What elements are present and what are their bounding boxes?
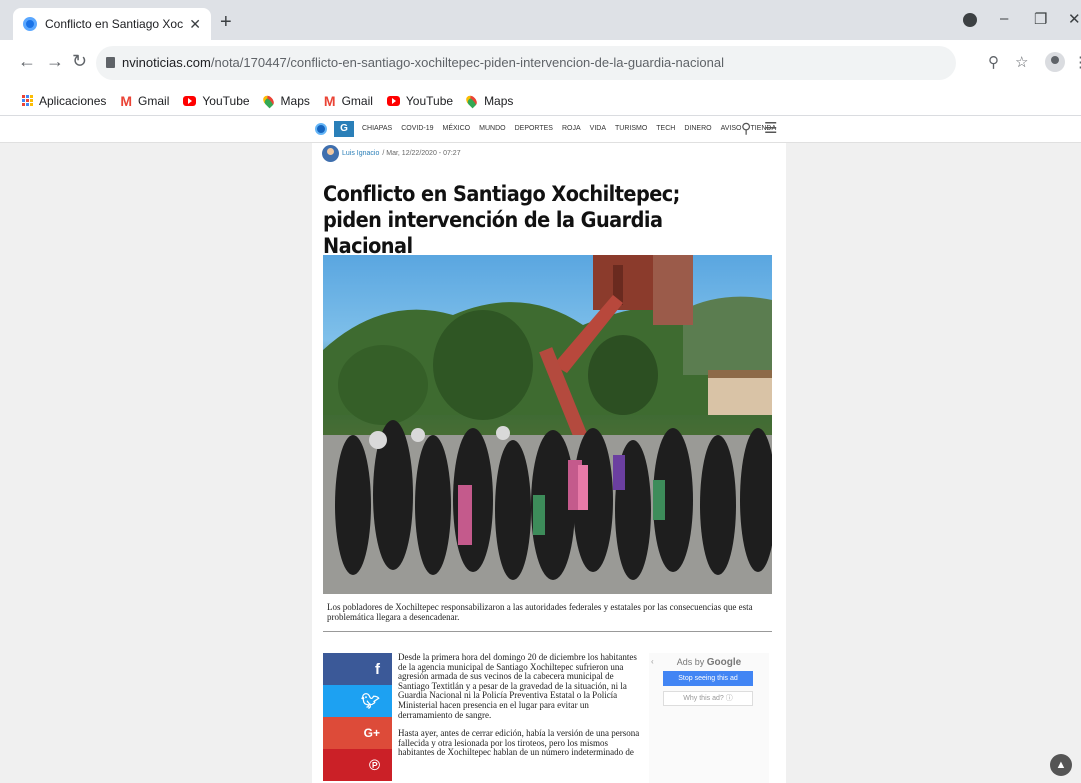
bookmark-label: Aplicaciones (39, 93, 107, 108)
address-bar[interactable]: nvinoticias.com/nota/170447/conflicto-en… (96, 46, 956, 80)
nav-item-chiapas[interactable]: CHIAPAS (362, 125, 392, 132)
photo-illustration (323, 255, 772, 594)
nav-item-mexico[interactable]: MÉXICO (443, 125, 471, 132)
byline: Luis Ignacio / Mar, 12/22/2020 - 07:27 (322, 145, 461, 162)
nav-item-mundo[interactable]: MUNDO (479, 125, 505, 132)
youtube-icon (183, 95, 197, 106)
author-avatar[interactable] (322, 145, 339, 162)
chevron-up-icon: ▲ (1055, 759, 1067, 771)
caption-divider (323, 631, 772, 632)
nav-item-covid[interactable]: COVID-19 (401, 125, 433, 132)
article-date: Mar, 12/22/2020 - 07:27 (386, 150, 461, 157)
bookmark-label: Maps (484, 93, 514, 108)
bookmark-label: Gmail (138, 93, 170, 108)
bookmark-label: YouTube (405, 93, 454, 108)
twitter-share-button[interactable]: 🐦︎ (323, 685, 392, 717)
new-tab-button[interactable]: + (220, 12, 232, 32)
browser-tab[interactable]: Conflicto en Santiago Xochiltepec ✕ (13, 8, 211, 40)
ad-slot: ‹ Ads by Google Stop seeing this ad Why … (649, 653, 769, 783)
menu-kebab-icon[interactable]: ⋮ (1073, 53, 1081, 71)
bookmarks-bar: Aplicaciones M Gmail YouTube Maps M Gmai… (0, 86, 1081, 116)
facebook-share-button[interactable]: f (323, 653, 392, 685)
tab-title: Conflicto en Santiago Xochiltepec (45, 17, 184, 31)
article: Luis Ignacio / Mar, 12/22/2020 - 07:27 C… (312, 143, 786, 783)
account-avatar-icon[interactable] (1045, 52, 1065, 72)
site-navbar: G CHIAPAS COVID-19 MÉXICO MUNDO DEPORTES… (0, 117, 1081, 143)
share-buttons: f 🐦︎ G+ ℗ (323, 653, 392, 781)
bookmark-label: Maps (280, 93, 310, 108)
profile-indicator-icon[interactable] (963, 13, 977, 27)
nav-item-roja[interactable]: ROJA (562, 125, 581, 132)
site-logo-icon[interactable] (315, 123, 327, 135)
why-this-ad-button[interactable]: Why this ad? ⓘ (663, 691, 753, 706)
page-viewport: G CHIAPAS COVID-19 MÉXICO MUNDO DEPORTES… (0, 117, 1081, 783)
url-path: /nota/170447/conflicto-en-santiago-xochi… (210, 55, 724, 70)
zoom-icon[interactable]: ⚲ (988, 53, 999, 71)
article-body: Desde la primera hora del domingo 20 de … (398, 652, 644, 767)
facebook-icon: f (375, 660, 380, 678)
article-paragraph: Hasta ayer, antes de cerrar edición, hab… (398, 728, 640, 758)
tab-strip: Conflicto en Santiago Xochiltepec ✕ + – … (0, 0, 1081, 40)
youtube-icon (386, 95, 400, 106)
photo-caption: Los pobladores de Xochiltepec responsabi… (327, 602, 753, 622)
nav-item-tech[interactable]: TECH (656, 125, 675, 132)
bookmark-maps[interactable]: Maps (260, 93, 310, 108)
minimize-button[interactable]: – (1000, 10, 1008, 27)
site-brand-logo[interactable]: G (334, 121, 354, 137)
site-nav-menu: CHIAPAS COVID-19 MÉXICO MUNDO DEPORTES R… (362, 125, 785, 132)
article-photo (323, 255, 772, 594)
bookmark-maps[interactable]: Maps (464, 93, 514, 108)
site-favicon-icon (23, 17, 37, 31)
bookmark-youtube[interactable]: YouTube (183, 93, 250, 108)
bookmark-label: YouTube (202, 93, 250, 108)
url-text[interactable]: nvinoticias.com/nota/170447/conflicto-en… (122, 55, 724, 70)
search-icon[interactable]: ⚲ (741, 120, 751, 137)
browser-toolbar: ← → ↻ nvinoticias.com/nota/170447/confli… (0, 40, 1081, 86)
restore-button[interactable]: ❐ (1034, 10, 1047, 28)
bookmark-star-icon[interactable]: ☆ (1015, 53, 1028, 71)
twitter-icon: 🐦︎ (360, 693, 380, 710)
lock-icon (106, 57, 115, 68)
stop-seeing-ad-button[interactable]: Stop seeing this ad (663, 671, 753, 686)
bookmark-label: Gmail (341, 93, 373, 108)
nav-item-aviso[interactable]: AVISO (721, 125, 742, 132)
author-name[interactable]: Luis Ignacio (342, 150, 379, 157)
gmail-icon: M (120, 92, 133, 109)
bookmark-youtube[interactable]: YouTube (386, 93, 454, 108)
forward-icon[interactable]: → (46, 52, 64, 70)
close-tab-icon[interactable]: ✕ (189, 16, 201, 33)
ads-by-google-label: Ads by Google (676, 657, 742, 668)
hamburger-menu-icon[interactable]: ☰ (764, 119, 777, 137)
url-domain: nvinoticias.com (122, 55, 211, 70)
bookmark-apps[interactable]: Aplicaciones (22, 94, 106, 108)
scroll-to-top-button[interactable]: ▲ (1050, 754, 1072, 776)
nav-item-turismo[interactable]: TURISMO (615, 125, 647, 132)
googleplus-icon: G+ (363, 726, 380, 740)
apps-icon (22, 95, 33, 106)
maps-icon (464, 93, 479, 108)
pinterest-icon: ℗ (368, 756, 380, 774)
article-paragraph: Desde la primera hora del domingo 20 de … (398, 652, 637, 720)
back-icon[interactable]: ← (18, 52, 36, 70)
close-window-button[interactable]: ✕ (1068, 10, 1081, 28)
nav-item-vida[interactable]: VIDA (590, 125, 606, 132)
bookmark-gmail[interactable]: M Gmail (324, 93, 373, 109)
bookmark-gmail[interactable]: M Gmail (120, 93, 169, 109)
nav-item-deportes[interactable]: DEPORTES (515, 125, 553, 132)
maps-icon (260, 93, 276, 108)
reload-icon[interactable]: ↻ (72, 52, 87, 70)
googleplus-share-button[interactable]: G+ (323, 717, 392, 749)
pinterest-share-button[interactable]: ℗ (323, 749, 392, 781)
nav-item-dinero[interactable]: DINERO (684, 125, 711, 132)
gmail-icon: M (323, 92, 336, 109)
article-headline: Conflicto en Santiago Xochiltepec; piden… (323, 182, 680, 258)
